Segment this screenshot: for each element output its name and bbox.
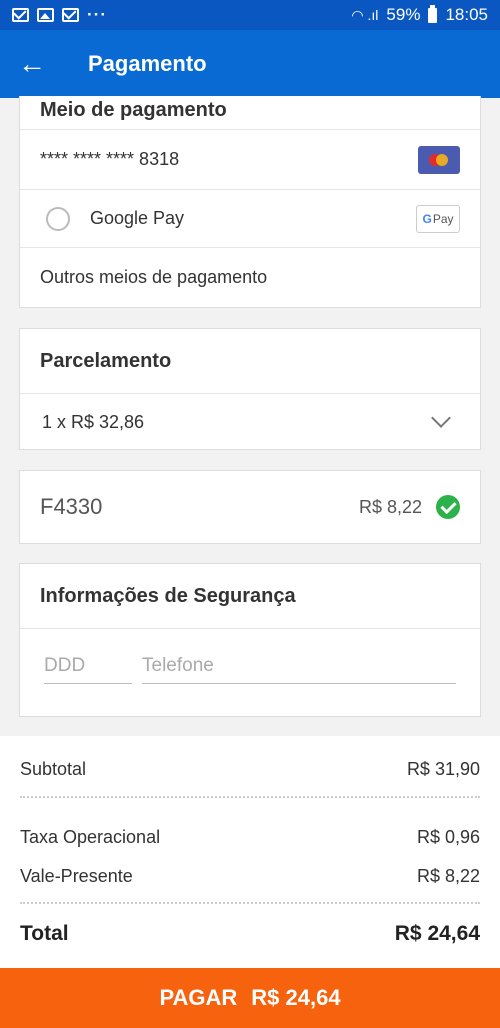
fee-value: R$ 0,96 <box>416 827 480 847</box>
fee-label: Taxa Operacional <box>20 827 161 847</box>
google-pay-option[interactable]: Google Pay G Pay <box>20 190 480 248</box>
gallery-notification-icon <box>37 8 54 22</box>
other-payment-methods-link[interactable]: Outros meios de pagamento <box>20 248 480 306</box>
page-title: Pagamento <box>88 51 207 76</box>
payment-method-card: Meio de pagamento **** **** **** 8318 Go… <box>19 96 481 308</box>
installments-value: 1 x R$ 32,86 <box>42 411 145 432</box>
gift-card-value: R$ 8,22 <box>416 866 480 886</box>
divider <box>20 796 480 798</box>
installments-title: Parcelamento <box>20 329 480 394</box>
total-value: R$ 24,64 <box>394 922 480 945</box>
clock: 18:05 <box>445 5 488 24</box>
other-payment-methods-label: Outros meios de pagamento <box>40 266 268 287</box>
mastercard-icon <box>418 145 460 174</box>
total-row: Total R$ 24,64 <box>20 922 480 946</box>
check-circle-icon <box>436 495 460 519</box>
divider <box>20 902 480 904</box>
google-pay-left: Google Pay <box>40 206 185 231</box>
notification-icons: ··· <box>12 5 107 25</box>
google-pay-label: Google Pay <box>90 208 185 228</box>
battery-icon <box>428 4 438 23</box>
installments-card: Parcelamento 1 x R$ 32,86 <box>19 328 481 450</box>
wifi-signal-icon: ◠ .ıl <box>351 6 379 23</box>
card-number: **** **** **** 8318 <box>40 149 180 169</box>
security-title: Informações de Segurança <box>20 564 480 629</box>
voucher-code: F4330 <box>40 494 103 519</box>
more-notifications-icon: ··· <box>87 5 107 24</box>
battery-percent: 59% <box>386 5 421 24</box>
google-pay-badge-g: G <box>422 211 432 226</box>
fee-row: Taxa Operacional R$ 0,96 <box>20 827 480 848</box>
subtotal-value: R$ 31,90 <box>406 759 480 779</box>
subtotal-label: Subtotal <box>20 759 87 779</box>
saved-card-option[interactable]: **** **** **** 8318 <box>20 130 480 190</box>
google-pay-badge-text: Pay <box>432 211 454 226</box>
google-pay-radio[interactable] <box>46 206 70 231</box>
pay-button-label: PAGAR <box>159 985 238 1010</box>
gift-card-row: Vale-Presente R$ 8,22 <box>20 866 480 887</box>
google-pay-icon: G Pay <box>416 204 460 233</box>
pay-button[interactable]: PAGAR R$ 24,64 <box>0 968 500 1028</box>
status-bar: ··· ◠ .ıl 59% 18:05 <box>0 0 500 30</box>
app-bar: ← Pagamento <box>0 30 500 98</box>
payment-section-title: Meio de pagamento <box>20 96 480 130</box>
gift-card-label: Vale-Presente <box>20 866 133 886</box>
voucher-value: R$ 8,22 <box>358 496 422 517</box>
phone-input[interactable] <box>142 649 456 684</box>
voucher-card[interactable]: F4330 R$ 8,22 <box>19 470 481 544</box>
message-notification-icon <box>62 8 79 22</box>
installments-select[interactable]: 1 x R$ 32,86 <box>20 394 480 450</box>
chevron-down-icon <box>431 408 451 428</box>
system-status: ◠ .ıl 59% 18:05 <box>351 4 488 25</box>
order-summary: Subtotal R$ 31,90 Taxa Operacional R$ 0,… <box>0 736 500 968</box>
pay-button-amount: R$ 24,64 <box>251 985 341 1010</box>
ddd-input[interactable] <box>44 649 132 684</box>
total-label: Total <box>20 922 69 945</box>
subtotal-row: Subtotal R$ 31,90 <box>20 759 480 780</box>
security-info-card: Informações de Segurança <box>19 563 481 717</box>
voucher-status: R$ 8,22 <box>359 495 460 519</box>
phone-fields <box>20 629 480 684</box>
mail-notification-icon <box>12 8 29 22</box>
back-button[interactable]: ← <box>0 30 64 98</box>
